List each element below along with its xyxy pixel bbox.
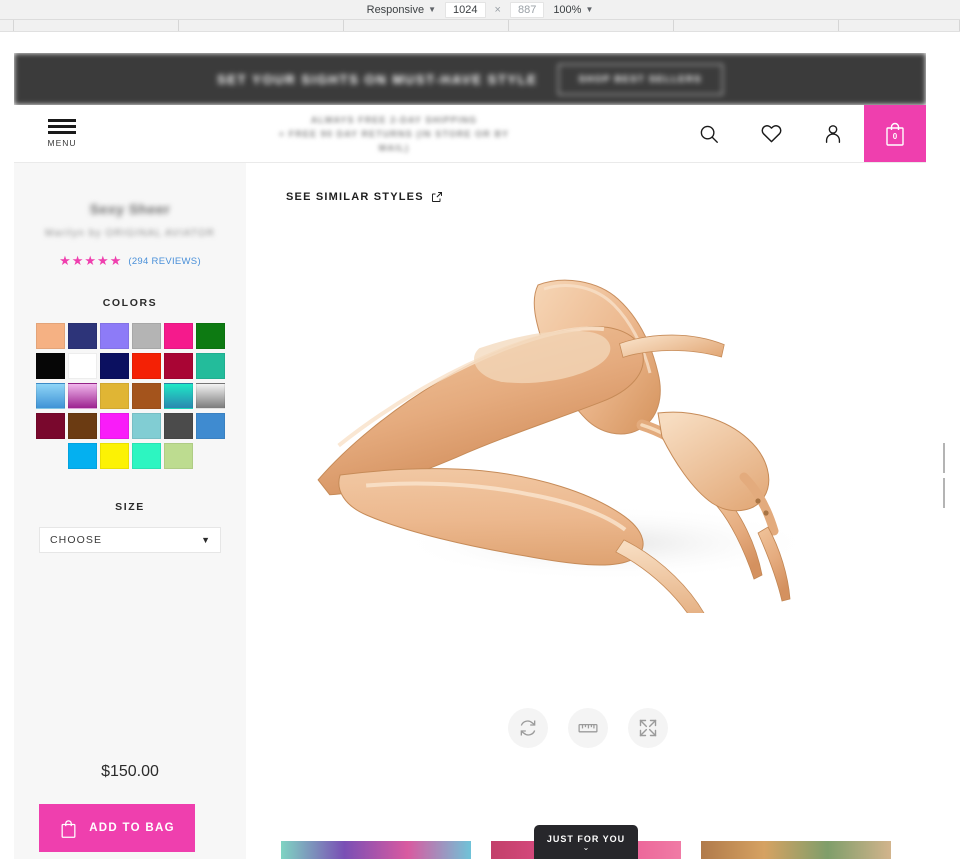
rec-thumb-1[interactable] <box>281 841 471 859</box>
viewport-width-input[interactable]: 1024 <box>445 1 486 18</box>
external-link-icon <box>431 192 442 202</box>
color-swatch-black[interactable] <box>35 353 65 379</box>
color-swatch-empty <box>196 443 225 469</box>
ruler-segment <box>179 20 344 31</box>
color-swatch-gold[interactable] <box>99 383 129 409</box>
hamburger-icon <box>48 119 76 134</box>
color-swatch-yellow[interactable] <box>99 443 129 469</box>
devtools-toolbar: Responsive ▼ 1024 × 887 100% ▼ <box>0 0 960 20</box>
color-swatch-peach[interactable] <box>35 323 65 349</box>
color-swatch-fuchsia[interactable] <box>99 413 129 439</box>
zoom-level-label: 100% <box>553 3 582 16</box>
product-price: $150.00 <box>101 763 159 780</box>
color-swatch-periwinkle[interactable] <box>99 323 129 349</box>
chevron-down-icon: ▼ <box>428 5 437 14</box>
color-swatch-aqua-gradient[interactable] <box>163 383 193 409</box>
dimension-separator: × <box>494 3 501 16</box>
account-icon[interactable] <box>802 105 864 162</box>
color-swatch-brown[interactable] <box>131 383 161 409</box>
rotate-360-icon[interactable] <box>508 708 548 748</box>
responsive-viewport: SET YOUR SIGHTS ON MUST-HAVE STYLE SHOP … <box>14 53 926 859</box>
rec-thumb-3[interactable] <box>701 841 891 859</box>
color-swatch-crimson[interactable] <box>163 353 193 379</box>
size-label: SIZE <box>115 501 145 513</box>
color-swatch-empty <box>36 443 65 469</box>
zoom-selector[interactable]: 100% ▼ <box>553 4 593 16</box>
ruler-icon[interactable] <box>568 708 608 748</box>
shopping-bag-icon <box>61 819 76 838</box>
search-icon[interactable] <box>678 105 740 162</box>
color-swatch-gray[interactable] <box>131 323 161 349</box>
heart-icon[interactable] <box>740 105 802 162</box>
see-similar-styles-link[interactable]: SEE SIMILAR STYLES <box>286 191 926 203</box>
site-header: MENU ALWAYS FREE 2-DAY SHIPPING + FREE 9… <box>14 105 926 163</box>
color-swatch-red[interactable] <box>131 353 161 379</box>
shipping-line-2: + FREE 90 DAY RETURNS (IN STORE OR BY <box>278 128 510 139</box>
shopping-bag-button[interactable]: 0 <box>864 105 926 162</box>
product-title: Sexy Sheer <box>89 201 171 217</box>
ruler-segment <box>839 20 960 31</box>
color-swatch-white[interactable] <box>67 353 97 379</box>
ruler-segment <box>509 20 674 31</box>
ruler-segment <box>344 20 509 31</box>
bag-item-count: 0 <box>892 131 898 141</box>
see-similar-styles-label: SEE SIMILAR STYLES <box>286 191 424 203</box>
color-swatch-grid <box>35 323 225 469</box>
rating-row[interactable]: ★★★★★ (294 REVIEWS) <box>59 253 201 269</box>
color-swatch-steel-blue[interactable] <box>195 413 225 439</box>
viewport-ruler <box>0 20 960 32</box>
add-to-bag-button[interactable]: ADD TO BAG <box>39 804 195 852</box>
colors-label: COLORS <box>102 297 158 309</box>
header-actions: 0 <box>678 105 926 162</box>
shipping-line-1: ALWAYS FREE 2-DAY SHIPPING <box>310 114 478 125</box>
chevron-down-icon: ⌄ <box>582 842 590 852</box>
color-swatch-maroon[interactable] <box>35 413 65 439</box>
device-mode-selector[interactable]: Responsive ▼ <box>367 4 436 16</box>
promo-banner[interactable]: SET YOUR SIGHTS ON MUST-HAVE STYLE SHOP … <box>14 53 926 105</box>
product-subtitle: Marilyn by ORIGINAL AVIATOR <box>45 228 215 239</box>
just-for-you-tab[interactable]: JUST FOR YOU ⌄ <box>534 825 638 859</box>
just-for-you-label: JUST FOR YOU <box>546 833 626 844</box>
ruler-segment <box>14 20 179 31</box>
promo-banner-text: SET YOUR SIGHTS ON MUST-HAVE STYLE <box>217 71 538 87</box>
add-to-bag-label: ADD TO BAG <box>89 822 175 834</box>
color-swatch-silver-gradient[interactable] <box>195 383 225 409</box>
color-swatch-powder-teal[interactable] <box>131 413 161 439</box>
chevron-down-icon: ▼ <box>585 5 594 14</box>
product-detail-panel: Sexy Sheer Marilyn by ORIGINAL AVIATOR ★… <box>14 163 246 859</box>
shop-best-sellers-button[interactable]: SHOP BEST SELLERS <box>557 63 723 95</box>
color-swatch-spring-green[interactable] <box>131 443 161 469</box>
expand-icon[interactable] <box>628 708 668 748</box>
color-swatch-teal-green[interactable] <box>195 353 225 379</box>
star-rating-icon: ★★★★★ <box>59 253 123 268</box>
color-swatch-charcoal[interactable] <box>163 413 193 439</box>
color-swatch-magenta[interactable] <box>163 323 193 349</box>
ruler-segment <box>674 20 839 31</box>
product-image[interactable] <box>306 213 866 613</box>
reviews-count-link[interactable]: (294 REVIEWS) <box>128 256 201 267</box>
color-swatch-navy[interactable] <box>67 323 97 349</box>
size-selected-value: CHOOSE <box>50 534 103 546</box>
device-mode-label: Responsive <box>366 3 425 16</box>
color-swatch-sage[interactable] <box>163 443 193 469</box>
ruler-segment <box>0 20 14 31</box>
size-select[interactable]: CHOOSE ▼ <box>39 527 221 553</box>
image-tools <box>508 708 668 748</box>
color-swatch-azure[interactable] <box>67 443 97 469</box>
shipping-message: ALWAYS FREE 2-DAY SHIPPING + FREE 90 DAY… <box>110 105 678 162</box>
scrollbar-handle[interactable] <box>943 443 948 508</box>
page-body: Sexy Sheer Marilyn by ORIGINAL AVIATOR ★… <box>14 163 926 859</box>
menu-label: MENU <box>47 138 77 148</box>
menu-button[interactable]: MENU <box>14 105 110 162</box>
color-swatch-sky-gradient[interactable] <box>35 383 65 409</box>
shipping-line-3: MAIL) <box>378 142 410 153</box>
chevron-down-icon: ▼ <box>201 535 210 545</box>
product-media-area: SEE SIMILAR STYLES JUST FOR YOU ⌄ <box>246 163 926 859</box>
color-swatch-chocolate[interactable] <box>67 413 97 439</box>
color-swatch-midnight[interactable] <box>99 353 129 379</box>
color-swatch-orchid-gradient[interactable] <box>67 383 97 409</box>
viewport-height-input[interactable]: 887 <box>509 1 545 18</box>
color-swatch-green[interactable] <box>195 323 225 349</box>
